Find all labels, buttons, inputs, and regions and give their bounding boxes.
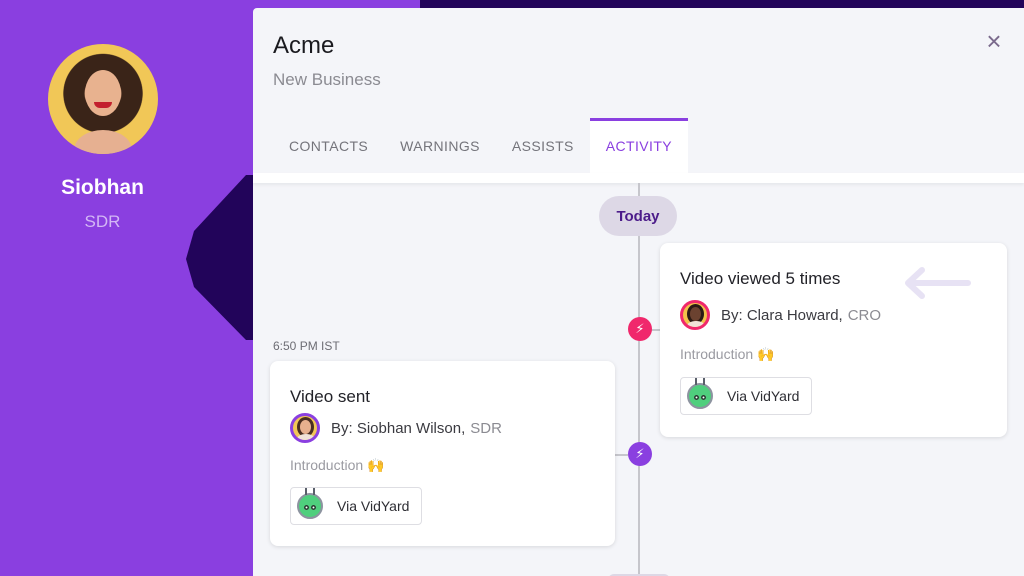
timeline-line xyxy=(638,183,640,576)
activity-card[interactable]: Video viewed 5 times By: Clara Howard, C… xyxy=(660,243,1007,437)
tab-assists[interactable]: ASSISTS xyxy=(496,118,590,173)
timeline-connector xyxy=(615,454,628,456)
author-role: SDR xyxy=(470,419,502,437)
tab-warnings[interactable]: WARNINGS xyxy=(384,118,496,173)
page-subtitle: New Business xyxy=(273,70,381,89)
source-badge[interactable]: Via VidYard xyxy=(290,487,423,525)
profile-name: Siobhan xyxy=(61,176,144,199)
close-icon[interactable]: × xyxy=(983,28,1005,54)
activity-time: 6:50 PM IST xyxy=(273,339,340,353)
tab-bar: CONTACTS WARNINGS ASSISTS ACTIVITY xyxy=(273,118,689,173)
activity-topic: Introduction 🙌 xyxy=(680,346,775,362)
tabs-divider xyxy=(253,173,1024,183)
author-name: By: Siobhan Wilson, xyxy=(331,419,466,437)
date-pill: Today xyxy=(599,196,677,236)
arrow-left-icon xyxy=(905,267,971,299)
activity-author: By: Siobhan Wilson, SDR xyxy=(290,413,502,443)
source-label: Via VidYard xyxy=(337,498,410,514)
background-dark-band xyxy=(420,0,1024,8)
page-title: Acme xyxy=(273,32,335,59)
activity-title: Video sent xyxy=(290,387,371,406)
tab-activity[interactable]: ACTIVITY xyxy=(589,118,689,173)
avatar xyxy=(680,300,710,330)
lightning-icon: ⚡ xyxy=(628,317,652,341)
source-label: Via VidYard xyxy=(727,388,800,404)
tab-contacts[interactable]: CONTACTS xyxy=(273,118,384,173)
source-badge[interactable]: Via VidYard xyxy=(680,377,813,415)
vidyard-icon xyxy=(297,488,323,519)
user-profile: Siobhan SDR xyxy=(20,40,185,232)
profile-role: SDR xyxy=(84,212,121,231)
account-panel: Acme New Business × CONTACTS WARNINGS AS… xyxy=(253,8,1024,576)
activity-author: By: Clara Howard, CRO xyxy=(680,300,881,330)
author-name: By: Clara Howard, xyxy=(721,306,843,324)
activity-topic: Introduction 🙌 xyxy=(290,457,385,473)
avatar xyxy=(47,44,158,154)
avatar xyxy=(290,413,320,443)
vidyard-icon xyxy=(687,378,713,409)
lightning-icon: ⚡ xyxy=(628,442,652,466)
activity-card[interactable]: Video sent By: Siobhan Wilson, SDR Intro… xyxy=(270,361,615,546)
activity-title: Video viewed 5 times xyxy=(680,269,841,288)
author-role: CRO xyxy=(847,306,882,324)
